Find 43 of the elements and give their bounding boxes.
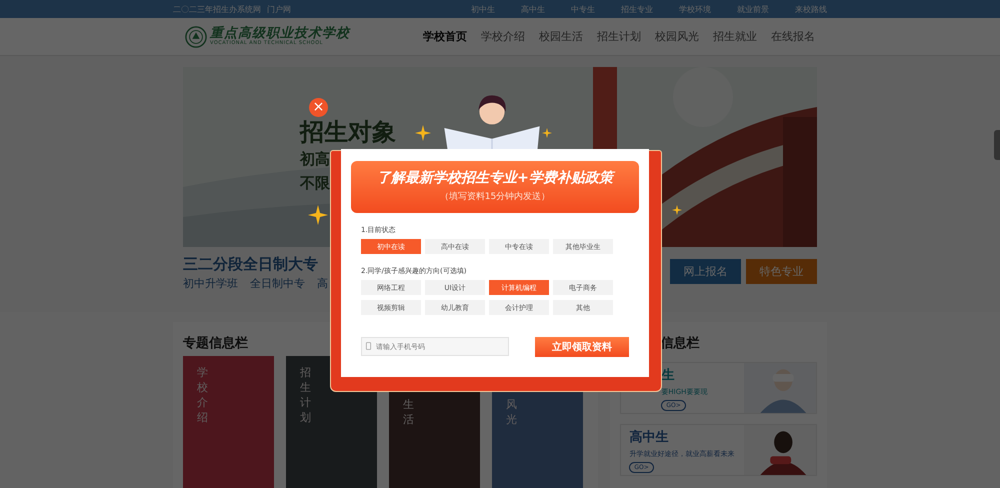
card-title: 生	[661, 367, 674, 384]
topic-label: 风光	[506, 398, 517, 428]
card-title: 高中生	[629, 428, 668, 446]
top-link[interactable]: 中专生	[571, 4, 595, 14]
nav-link[interactable]: 招生就业	[713, 29, 757, 44]
top-link[interactable]: 学校环境	[679, 4, 711, 14]
banner-text: 初高	[300, 149, 330, 170]
banner-text: 不限	[300, 173, 330, 194]
modal-title: 了解最新学校招生专业+学费补贴政策	[351, 161, 639, 187]
program-tag: 高	[317, 276, 328, 291]
topic-card[interactable]: 学校介绍	[183, 356, 274, 488]
submit-button[interactable]: 立即领取资料	[535, 337, 629, 357]
section-title: 专题信息栏	[183, 335, 248, 353]
sparkle-icon	[672, 205, 682, 215]
program-tag: 初中升学班	[183, 276, 238, 291]
portal-link[interactable]: 门户网	[267, 4, 291, 14]
sparkle-icon	[542, 128, 552, 138]
nav-link[interactable]: 校园生活	[539, 29, 583, 44]
top-link[interactable]: 就业前景	[737, 4, 769, 14]
nav-link[interactable]: 招生计划	[597, 29, 641, 44]
top-link[interactable]: 来校路线	[795, 4, 827, 14]
nav-link[interactable]: 学校首页	[423, 29, 467, 44]
nav-link[interactable]: 校园风光	[655, 29, 699, 44]
school-name: 重点高级职业技术学校	[210, 26, 350, 40]
school-emblem-icon	[185, 26, 207, 48]
sparkle-icon	[308, 205, 328, 225]
modal-subtitle: （填写资料15分钟内发送）	[438, 190, 552, 203]
topic-label: 生活	[403, 398, 414, 428]
program-tag: 全日制中专	[250, 276, 305, 291]
nav-link[interactable]: 学校介绍	[481, 29, 525, 44]
section-title: 信息栏	[660, 335, 700, 353]
topic-label: 招生计划	[300, 366, 311, 426]
topic-label: 学校介绍	[197, 366, 208, 426]
program-title: 三二分段全日制大专	[183, 254, 319, 274]
major-button[interactable]: 特色专业	[746, 259, 817, 284]
register-button[interactable]: 网上报名	[670, 259, 741, 284]
top-link[interactable]: 招生专业	[621, 4, 653, 14]
top-link[interactable]: 高中生	[521, 4, 545, 14]
nav-link[interactable]: 在线报名	[771, 29, 815, 44]
sparkle-icon	[415, 125, 431, 141]
side-tab[interactable]	[994, 130, 1000, 160]
banner-heading: 招生对象	[300, 117, 396, 147]
top-link[interactable]: 初中生	[471, 4, 495, 14]
